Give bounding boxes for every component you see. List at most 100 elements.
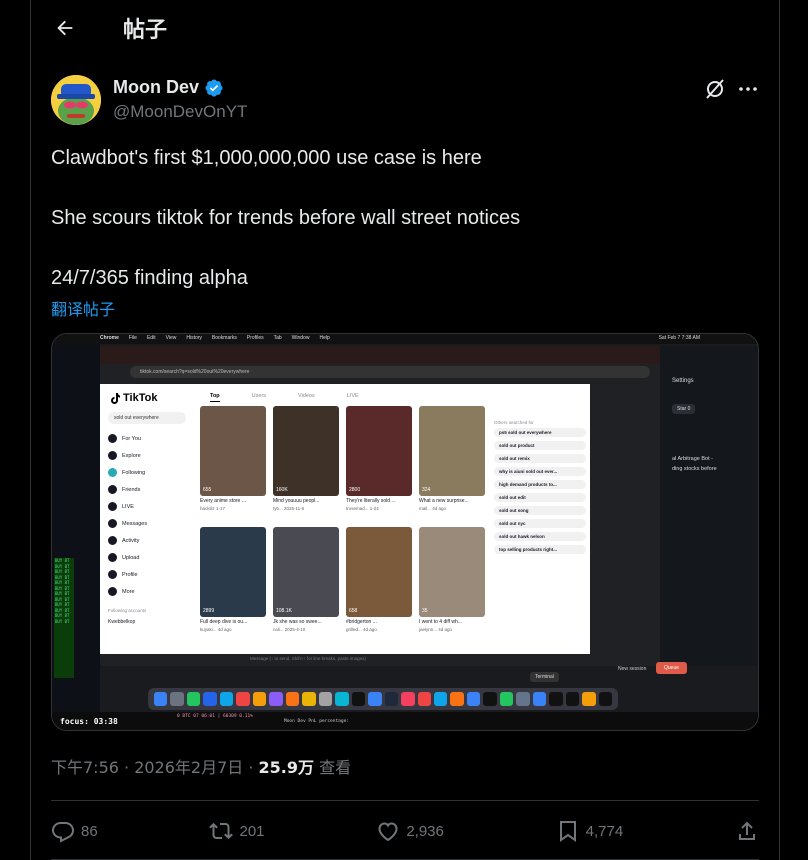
tiktok-nav-item: Profile xyxy=(108,566,147,583)
video-likes: 35 xyxy=(422,608,428,614)
mac-menu-item: View xyxy=(165,335,177,341)
heart-icon xyxy=(378,822,398,842)
tweet-text-line-2: She scours tiktok for trends before wall… xyxy=(51,207,521,229)
terminal-line-1: 0 BTC 07 06:01 | 60309 0.11% xyxy=(177,714,253,719)
views-label: 查看 xyxy=(314,758,352,777)
top-bar: 帖子 xyxy=(31,0,781,53)
star-button: Star 0 xyxy=(672,404,696,414)
page-title: 帖子 xyxy=(123,18,168,43)
terminal-tooltip: Terminal xyxy=(530,672,559,682)
video-thumbnail: 108.1K xyxy=(273,527,339,617)
tweet-timestamp[interactable]: 下午7:56 · 2026年2月7日 · xyxy=(51,758,259,777)
tweet-media-image[interactable]: BUY BT BUY BT BUY BT BUY BT BUY BT BUY BT BUY … xyxy=(51,333,759,731)
mac-menu-item: Window xyxy=(291,335,310,341)
video-thumbnail: 35 xyxy=(419,527,485,617)
tiktok-nav-label: Upload xyxy=(122,554,140,561)
tiktok-page: TikTok sold out everywhere Top Users Video… xyxy=(100,384,590,654)
nav-icon xyxy=(108,468,117,477)
related-search-pill: high demand products to... xyxy=(494,480,586,489)
dock-app-icon xyxy=(532,692,547,706)
tiktok-nav-item: Upload xyxy=(108,549,147,566)
dock-app-icon xyxy=(368,692,382,706)
video-user: jaelynn... 4d ago xyxy=(419,627,453,632)
dock-app-icon xyxy=(565,692,580,706)
tiktok-nav-label: Friends xyxy=(122,486,141,493)
mac-menu-item: Profiles xyxy=(246,335,264,341)
tiktok-video-card: 324 What a new surprise... mall... 4d ago xyxy=(419,406,485,511)
repost-button[interactable]: 201 xyxy=(209,819,265,843)
divider xyxy=(51,800,759,801)
dock-app-icon xyxy=(219,692,234,706)
related-search-pill: sold out nyc xyxy=(494,519,586,528)
tiktok-related-searches: Others searched for ps5 sold out everywh… xyxy=(494,420,586,558)
following-account: Kwebbelkop xyxy=(108,619,136,625)
reply-button[interactable]: 86 xyxy=(51,819,98,843)
view-count: 25.9万 xyxy=(258,758,315,777)
nav-icon xyxy=(108,451,117,460)
bookmark-count: 4,774 xyxy=(585,822,624,840)
verified-badge-icon xyxy=(205,78,223,97)
translate-post-link[interactable]: 翻译帖子 xyxy=(51,296,115,320)
tiktok-video-card: 2800 They're literally sold ... trosemad..… xyxy=(346,406,412,511)
like-count: 2,936 xyxy=(406,822,444,840)
video-likes: 2800 xyxy=(349,487,361,493)
share-button[interactable] xyxy=(735,819,759,843)
video-thumbnail: 2899 xyxy=(200,527,266,617)
author-display-name[interactable]: Moon Dev xyxy=(113,77,199,98)
nav-icon xyxy=(108,502,117,511)
background-window-right: Settings Star 0 al Arbitrage Bot - ding … xyxy=(618,346,758,674)
mac-menu-item: Bookmarks xyxy=(211,335,237,341)
dock-app-icon xyxy=(384,692,399,706)
avatar[interactable] xyxy=(51,75,101,125)
more-options-icon[interactable] xyxy=(736,77,760,101)
tiktok-tab-videos: Videos xyxy=(298,393,315,399)
terminal-line-2: Moon Dev PnL percentage: xyxy=(284,719,350,724)
video-user: mall... 4d ago xyxy=(419,506,447,511)
tiktok-search-input: sold out everywhere xyxy=(108,412,186,424)
bookmark-icon xyxy=(559,821,576,842)
bookmark-button[interactable]: 4,774 xyxy=(556,819,624,843)
tiktok-video-card: 2899 Full deep dive is ou... kuyaki... 4d … xyxy=(200,527,266,632)
dock-app-icon xyxy=(450,692,464,706)
dock-app-icon xyxy=(433,692,448,706)
dock-app-icon xyxy=(252,692,267,706)
chrome-tab-strip xyxy=(100,346,660,364)
video-caption: Jk she was so swee... xyxy=(273,619,322,625)
back-button[interactable] xyxy=(49,12,81,44)
tiktok-video-card: 35 I went to 4 diff wh... jaelynn... 4d ag… xyxy=(419,527,485,632)
nav-icon xyxy=(108,485,117,494)
tiktok-nav-item: For You xyxy=(108,430,147,447)
video-caption: Full deep dive is ou... xyxy=(200,619,248,625)
like-button[interactable]: 2,936 xyxy=(376,819,444,843)
related-search-pill: top selling products right... xyxy=(494,545,586,554)
author-name[interactable]: Moon Dev xyxy=(113,77,224,98)
reply-count: 86 xyxy=(81,822,98,840)
new-session-label: New session xyxy=(618,666,647,672)
dock-app-icon xyxy=(499,692,514,706)
related-search-pill: sold out remix xyxy=(494,454,586,463)
repo-subtitle: ding stocks before xyxy=(672,466,717,472)
tweet-text-line-3: 24/7/365 finding alpha xyxy=(51,267,248,289)
tiktok-nav-label: More xyxy=(122,588,135,595)
tiktok-nav-label: Messages xyxy=(122,520,148,527)
related-search-pill: why is aiuni sold out ever... xyxy=(494,467,586,476)
tiktok-tab-top: Top xyxy=(210,393,220,402)
dock-app-icon xyxy=(203,692,217,706)
dock-app-icon xyxy=(302,692,316,706)
tiktok-nav-item: Friends xyxy=(108,481,147,498)
star-count: 0 xyxy=(687,406,691,412)
mac-menu-item: Help xyxy=(319,335,330,341)
star-label: Star xyxy=(677,406,687,412)
tiktok-video-card: 160K Mind youuuu peopl... tyb... 2025-11-6 xyxy=(273,406,339,511)
focus-timer: focus: 03:38 xyxy=(60,717,118,726)
settings-label: Settings xyxy=(672,378,694,384)
dock-app-icon xyxy=(285,692,300,706)
video-caption: They're literally sold ... xyxy=(346,498,396,504)
video-likes: 324 xyxy=(422,487,431,493)
grok-icon[interactable] xyxy=(703,77,727,101)
dock-app-icon xyxy=(335,692,349,706)
mac-menu-bar: Chrome File Edit View History Bookmarks Profil… xyxy=(52,334,758,344)
avatar-frog-icon xyxy=(51,75,101,125)
video-thumbnail: 160K xyxy=(273,406,339,496)
author-handle[interactable]: @MoonDevOnYT xyxy=(113,102,247,122)
